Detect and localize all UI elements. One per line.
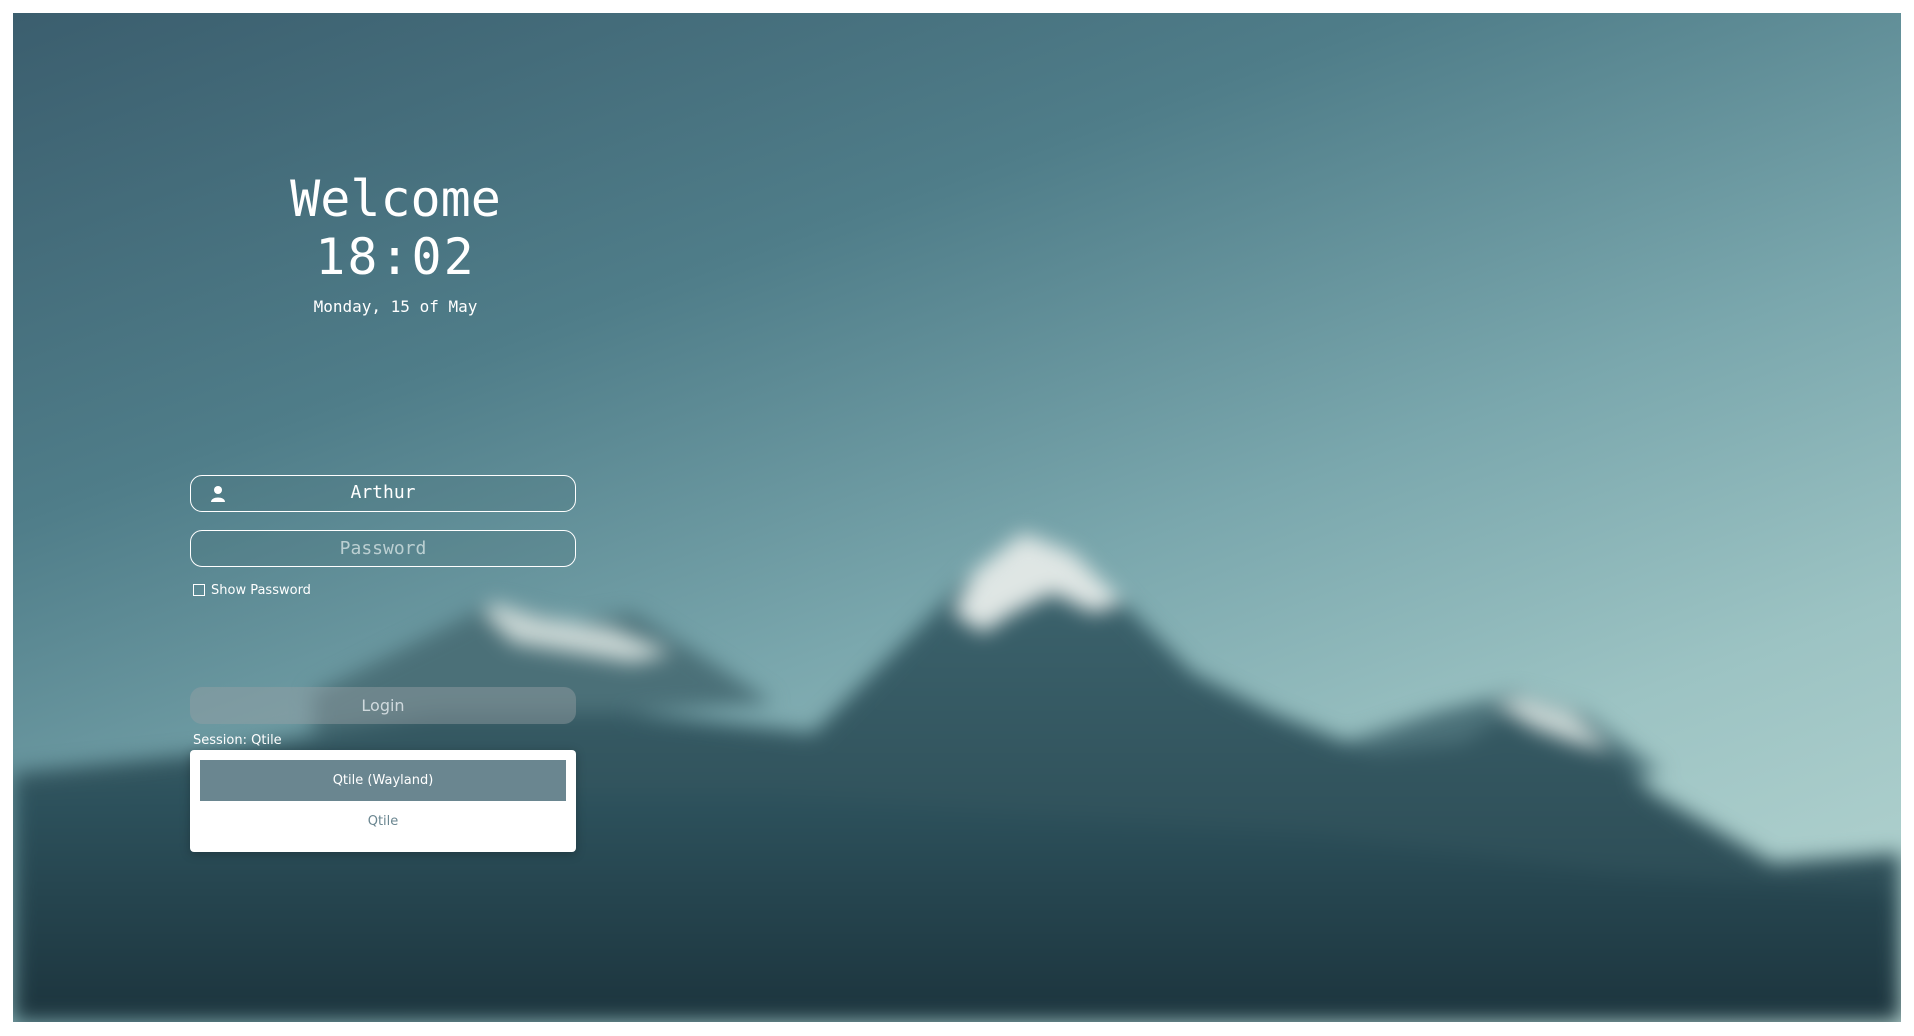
date-label: Monday, 15 of May [313,297,478,316]
clock: 18:02 [315,228,476,286]
show-password-label: Show Password [211,582,311,598]
mountain-wallpaper [13,533,1901,1022]
login-button[interactable]: Login [190,687,576,724]
login-screen: Welcome 18:02 Monday, 15 of May Arthur S… [13,13,1901,1022]
password-input[interactable] [191,531,575,566]
password-field[interactable] [190,530,576,567]
session-current[interactable]: Qtile [251,733,282,748]
show-password-toggle[interactable]: Show Password [193,581,311,599]
welcome-heading: Welcome [290,170,501,228]
session-selector[interactable]: Session: Qtile [193,733,282,748]
session-dropdown: Qtile (Wayland) Qtile [190,750,576,852]
username-field[interactable]: Arthur [190,475,576,512]
username-value[interactable]: Arthur [191,476,575,511]
show-password-checkbox[interactable] [193,584,205,596]
session-option-qtile[interactable]: Qtile [200,801,566,842]
session-option-qtile-wayland[interactable]: Qtile (Wayland) [200,760,566,801]
session-label: Session: [193,733,247,748]
